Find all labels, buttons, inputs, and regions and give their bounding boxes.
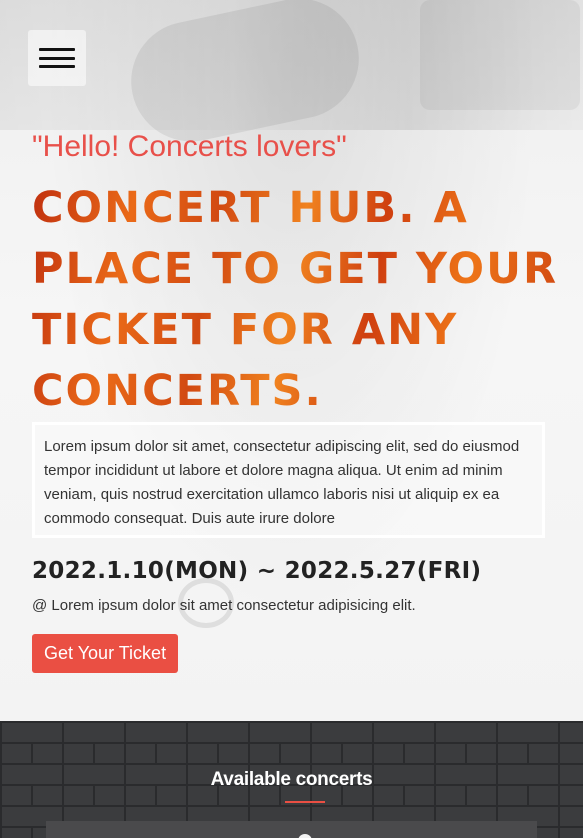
get-ticket-button[interactable]: Get Your Ticket — [32, 634, 179, 673]
title-underline — [285, 801, 325, 803]
concerts-section: Available concerts — [0, 721, 583, 838]
event-location: @ Lorem ipsum dolor sit amet consectetur… — [32, 597, 416, 614]
hero-headline: CONCERT HUB. A PLACE TO GET YOUR TICKET … — [32, 178, 572, 422]
hero-background-band — [0, 0, 583, 130]
card-indicator-dot — [298, 834, 312, 838]
hero-background-shape — [420, 0, 580, 110]
concerts-title: Available concerts — [210, 769, 373, 790]
menu-button[interactable] — [28, 30, 86, 86]
hamburger-icon — [39, 48, 75, 68]
hero-greeting: "Hello! Concerts lovers" — [32, 130, 347, 163]
hero-section: "Hello! Concerts lovers" CONCERT HUB. A … — [0, 0, 583, 721]
event-dates: 2022.1.10(MON) ~ 2022.5.27(FRI) — [32, 558, 482, 584]
concert-card[interactable] — [46, 821, 537, 838]
intro-text: Lorem ipsum dolor sit amet, consectetur … — [44, 438, 520, 527]
intro-box: Lorem ipsum dolor sit amet, consectetur … — [32, 422, 545, 538]
